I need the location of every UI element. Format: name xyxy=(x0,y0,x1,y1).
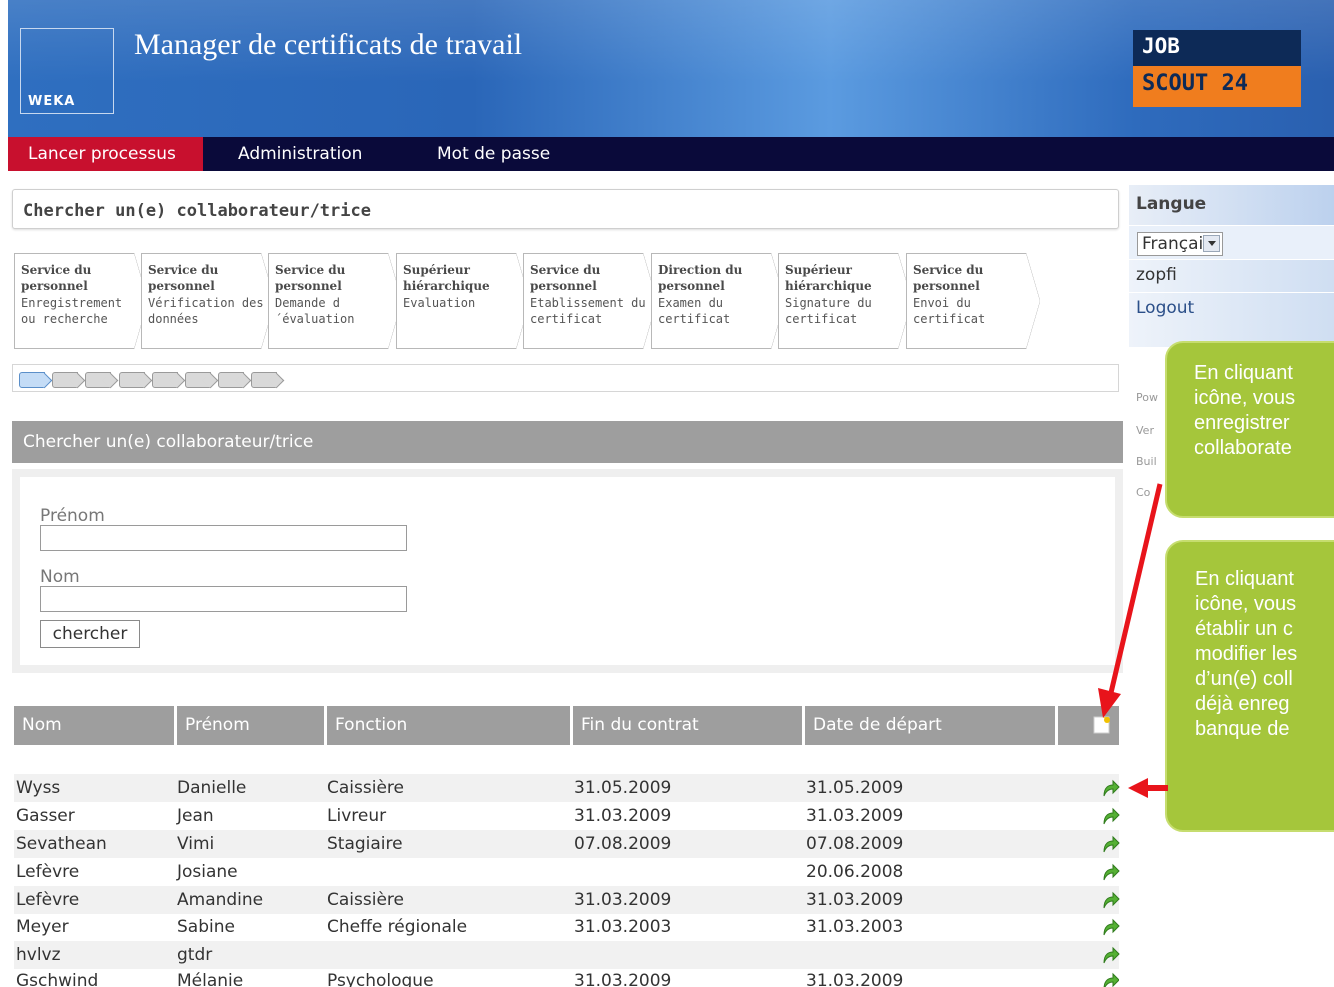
annotation-arrows xyxy=(1098,483,1168,798)
annotation-arrow-line xyxy=(1107,483,1163,698)
annotation-arrowhead xyxy=(1098,688,1121,718)
annotation-arrowhead xyxy=(1128,778,1148,798)
